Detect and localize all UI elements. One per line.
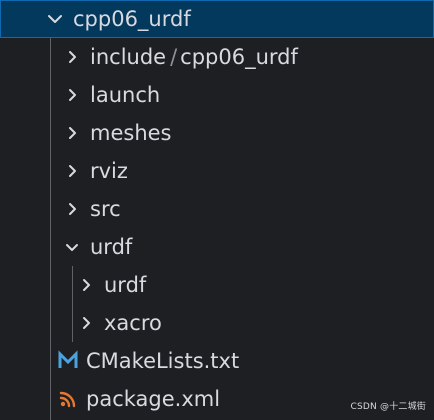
tree-item-cmakelists[interactable]: CMakeLists.txt — [0, 342, 434, 380]
path-segment-include: include — [90, 45, 167, 69]
chevron-right-icon[interactable] — [60, 83, 84, 107]
watermark-text: CSDN @十二城街 — [350, 402, 426, 412]
file-explorer-tree: cpp06_urdf include / cpp06_urdf launch mes… — [0, 0, 434, 420]
tree-item-label: xacro — [104, 311, 162, 335]
tree-item-label: launch — [90, 83, 161, 107]
chevron-right-icon[interactable] — [74, 311, 98, 335]
chevron-right-icon[interactable] — [60, 197, 84, 221]
tree-item-label: src — [90, 197, 121, 221]
chevron-right-icon[interactable] — [74, 273, 98, 297]
cmake-icon — [56, 349, 80, 373]
tree-item-label: meshes — [90, 121, 172, 145]
chevron-down-icon[interactable] — [60, 235, 84, 259]
tree-item-meshes[interactable]: meshes — [0, 114, 434, 152]
rss-icon — [56, 387, 80, 411]
chevron-down-icon[interactable] — [43, 7, 67, 31]
tree-item-include[interactable]: include / cpp06_urdf — [0, 38, 434, 76]
path-segment-cpp06-urdf: cpp06_urdf — [180, 45, 298, 69]
tree-item-urdf-folder[interactable]: urdf — [0, 228, 434, 266]
path-separator: / — [170, 45, 178, 69]
tree-item-label: package.xml — [86, 387, 221, 411]
chevron-right-icon[interactable] — [60, 121, 84, 145]
tree-item-urdf-subfolder[interactable]: urdf — [0, 266, 434, 304]
tree-item-cpp06-urdf[interactable]: cpp06_urdf — [0, 0, 434, 38]
tree-item-rviz[interactable]: rviz — [0, 152, 434, 190]
tree-item-label: include / cpp06_urdf — [90, 38, 298, 76]
tree-item-label: urdf — [104, 273, 147, 297]
tree-item-label: CMakeLists.txt — [86, 349, 240, 373]
tree-item-launch[interactable]: launch — [0, 76, 434, 114]
tree-item-label: cpp06_urdf — [73, 7, 191, 31]
chevron-right-icon[interactable] — [60, 159, 84, 183]
tree-item-xacro[interactable]: xacro — [0, 304, 434, 342]
tree-item-src[interactable]: src — [0, 190, 434, 228]
tree-item-label: urdf — [90, 235, 133, 259]
chevron-right-icon[interactable] — [60, 45, 84, 69]
tree-item-label: rviz — [90, 159, 128, 183]
